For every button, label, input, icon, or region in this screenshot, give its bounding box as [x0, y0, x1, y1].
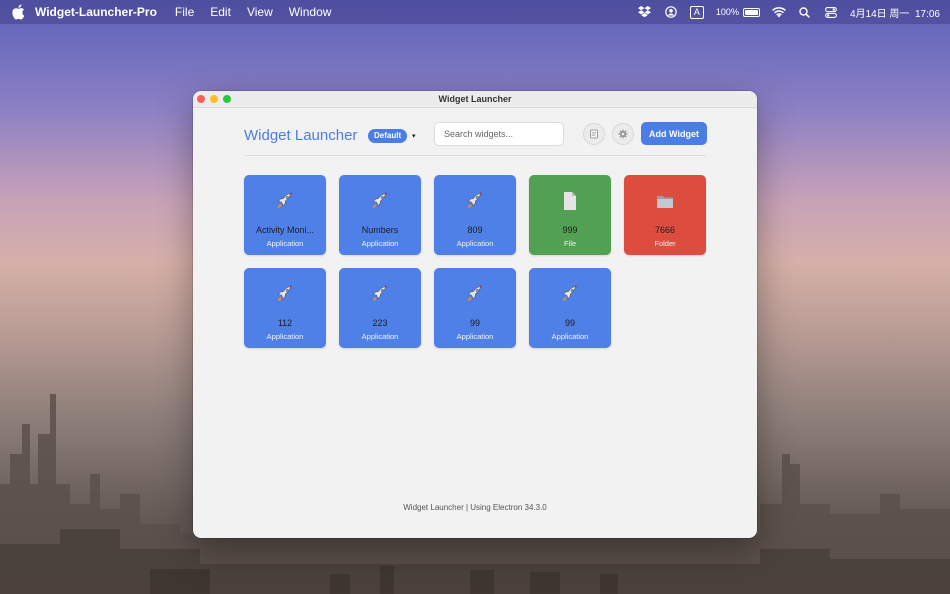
notes-button[interactable] [583, 123, 605, 145]
widget-tile[interactable]: 112 Application [244, 268, 326, 348]
window-title: Widget Launcher [438, 94, 512, 104]
widget-name: 809 [467, 225, 483, 235]
menubar-clock[interactable]: 4月14日 周一 17:06 [850, 5, 940, 20]
widget-type: Application [266, 239, 304, 248]
widget-name: 999 [562, 225, 578, 235]
rocket-icon [277, 284, 293, 301]
wifi-icon[interactable] [772, 5, 786, 19]
widget-type: Folder [654, 239, 676, 248]
widget-tile[interactable]: 99 Application [434, 268, 516, 348]
widget-name: 112 [277, 318, 293, 328]
rocket-icon [562, 284, 578, 301]
traffic-lights [197, 95, 231, 103]
rocket-icon [372, 191, 388, 208]
minimize-window-button[interactable] [210, 95, 218, 103]
battery-percent: 100% [715, 7, 739, 17]
zoom-window-button[interactable] [223, 95, 231, 103]
rocket-icon [467, 191, 483, 208]
user-account-icon[interactable] [664, 5, 678, 19]
menubar: Widget-Launcher-Pro File Edit View Windo… [0, 0, 950, 24]
widget-launcher-window: Widget Launcher Widget Launcher Default … [193, 91, 757, 538]
widget-name: 223 [372, 318, 388, 328]
widget-type: File [563, 239, 577, 248]
widget-tile[interactable]: Activity Moni... Application [244, 175, 326, 255]
widget-type: Application [266, 332, 304, 341]
widget-type: Application [456, 239, 494, 248]
battery-icon [742, 7, 760, 17]
menu-view[interactable]: View [247, 5, 273, 19]
settings-button[interactable] [612, 123, 634, 145]
battery-status[interactable]: 100% [716, 7, 760, 17]
widget-tile[interactable]: 999 File [529, 175, 611, 255]
apple-logo-icon[interactable] [11, 4, 25, 20]
footer-text: Widget Launcher | Using Electron 34.3.0 [403, 503, 547, 512]
menu-edit[interactable]: Edit [210, 5, 231, 19]
close-window-button[interactable] [197, 95, 205, 103]
widget-type: Application [361, 332, 399, 341]
widget-name: Activity Moni... [255, 225, 314, 235]
rocket-icon [372, 284, 388, 301]
app-title: Widget Launcher [244, 127, 358, 144]
widget-name: 99 [469, 318, 480, 328]
widget-tile[interactable]: 223 Application [339, 268, 421, 348]
profile-badge[interactable]: Default [368, 129, 408, 143]
spotlight-search-icon[interactable] [798, 5, 812, 19]
search-input[interactable] [434, 122, 564, 146]
menubar-status-area: A 100% 4月14日 周一 17:06 [638, 0, 940, 24]
widget-type: Application [361, 239, 399, 248]
widget-tile[interactable]: 99 Application [529, 268, 611, 348]
window-titlebar[interactable]: Widget Launcher [193, 91, 757, 108]
notes-icon [590, 129, 598, 139]
add-widget-button[interactable]: Add Widget [641, 122, 707, 145]
rocket-icon [277, 191, 293, 208]
file-icon [564, 192, 576, 210]
menu-file[interactable]: File [175, 5, 194, 19]
gear-icon [618, 129, 628, 139]
widget-tile[interactable]: Numbers Application [339, 175, 421, 255]
dropbox-icon[interactable] [638, 5, 652, 19]
widget-name: Numbers [361, 225, 399, 235]
menubar-app-name[interactable]: Widget-Launcher-Pro [35, 5, 157, 19]
widget-tile[interactable]: 7666 Folder [624, 175, 706, 255]
widget-name: 7666 [654, 225, 676, 235]
widget-type: Application [456, 332, 494, 341]
widget-type: Application [551, 332, 589, 341]
header-divider [244, 155, 706, 156]
input-method-indicator[interactable]: A [689, 5, 704, 19]
menu-window[interactable]: Window [289, 5, 332, 19]
folder-icon [657, 196, 673, 208]
profile-dropdown-arrow[interactable]: ▾ [412, 132, 416, 140]
control-center-icon[interactable] [824, 5, 838, 19]
rocket-icon [467, 284, 483, 301]
app-header: Widget Launcher Default ▾ Add Widget [244, 122, 707, 155]
widget-tile[interactable]: 809 Application [434, 175, 516, 255]
widget-name: 99 [564, 318, 575, 328]
